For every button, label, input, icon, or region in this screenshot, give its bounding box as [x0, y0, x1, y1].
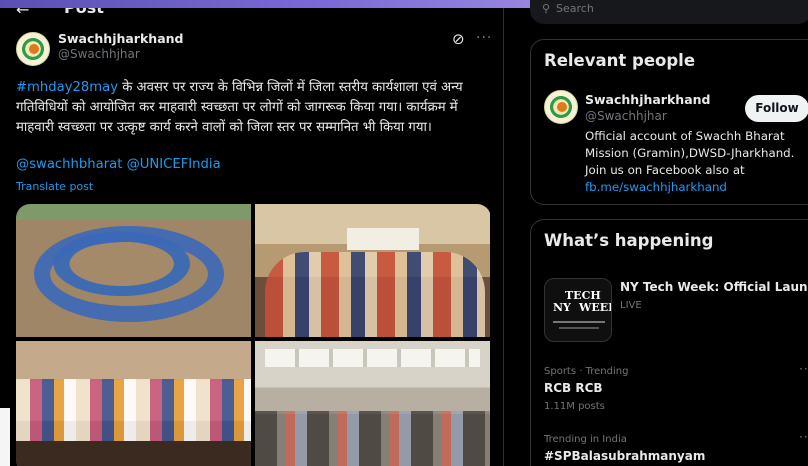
hashtag-link[interactable]: #mhday28may — [16, 80, 118, 95]
search-input[interactable]: ⚲ Search — [530, 0, 808, 24]
relevant-person-handle[interactable]: @Swachhjhar — [585, 109, 667, 123]
more-icon[interactable]: ··· — [799, 362, 808, 376]
bio-link[interactable]: fb.me/swachhjharkhand — [585, 180, 727, 194]
trend-name[interactable]: #SPBalasubrahmanyam — [544, 449, 705, 463]
whats-happening-title: What’s happening — [544, 231, 714, 250]
window-edge — [0, 408, 10, 466]
thumb-text: WEEK — [579, 301, 611, 314]
right-sidebar: ⚲ Search Relevant people Swachhjharkhand… — [504, 0, 808, 466]
grok-icon[interactable]: ⊘ — [452, 30, 465, 48]
event-title[interactable]: NY Tech Week: Official Launch — [620, 280, 808, 294]
arrow-left-icon[interactable]: ← — [16, 8, 29, 19]
post-photo[interactable] — [255, 341, 490, 466]
post-header: ← Post — [0, 8, 503, 22]
relevant-people-title: Relevant people — [544, 51, 696, 70]
main-column: ← Post Swachhjharkhand @Swachhjhar ⊘ ···… — [0, 8, 503, 466]
post-photo[interactable] — [16, 204, 251, 337]
trend-name[interactable]: RCB RCB — [544, 381, 603, 395]
follow-button[interactable]: Follow — [745, 95, 808, 122]
avatar[interactable] — [544, 90, 578, 124]
post-text: #mhday28may के अवसर पर राज्य के विभिन्न … — [16, 78, 491, 138]
search-placeholder: Search — [556, 2, 594, 15]
trend-context: Sports · Trending — [544, 366, 629, 377]
more-icon[interactable]: ··· — [476, 30, 492, 46]
thumb-text: NY — [553, 301, 571, 314]
trend-context: Trending in India — [544, 434, 627, 445]
bio-text: Official account of Swachh Bharat Missio… — [585, 129, 795, 177]
relevant-person-name[interactable]: Swachhjharkhand — [585, 92, 710, 107]
event-thumbnail[interactable]: TECH NY WEEK — [544, 278, 612, 342]
post-photo[interactable] — [255, 204, 490, 337]
more-icon[interactable]: ··· — [799, 430, 808, 444]
trend-count: 1.11M posts — [544, 401, 605, 412]
whats-happening-card: What’s happening TECH NY WEEK NY Tech We… — [530, 219, 808, 466]
page-title: Post — [64, 8, 104, 17]
photo-grid — [16, 204, 491, 466]
author-name[interactable]: Swachhjharkhand — [58, 31, 183, 46]
post-photo[interactable] — [16, 341, 251, 466]
event-status: LIVE — [620, 300, 642, 311]
relevant-people-card: Relevant people Swachhjharkhand @Swachhj… — [530, 39, 808, 205]
avatar[interactable] — [16, 32, 50, 66]
relevant-person-bio: Official account of Swachh Bharat Missio… — [585, 128, 808, 196]
mentions-link[interactable]: @swachhbharat @UNICEFIndia — [16, 157, 221, 172]
search-icon: ⚲ — [542, 2, 551, 15]
translate-post-link[interactable]: Translate post — [16, 180, 93, 193]
author-handle[interactable]: @Swachhjhar — [58, 47, 140, 61]
